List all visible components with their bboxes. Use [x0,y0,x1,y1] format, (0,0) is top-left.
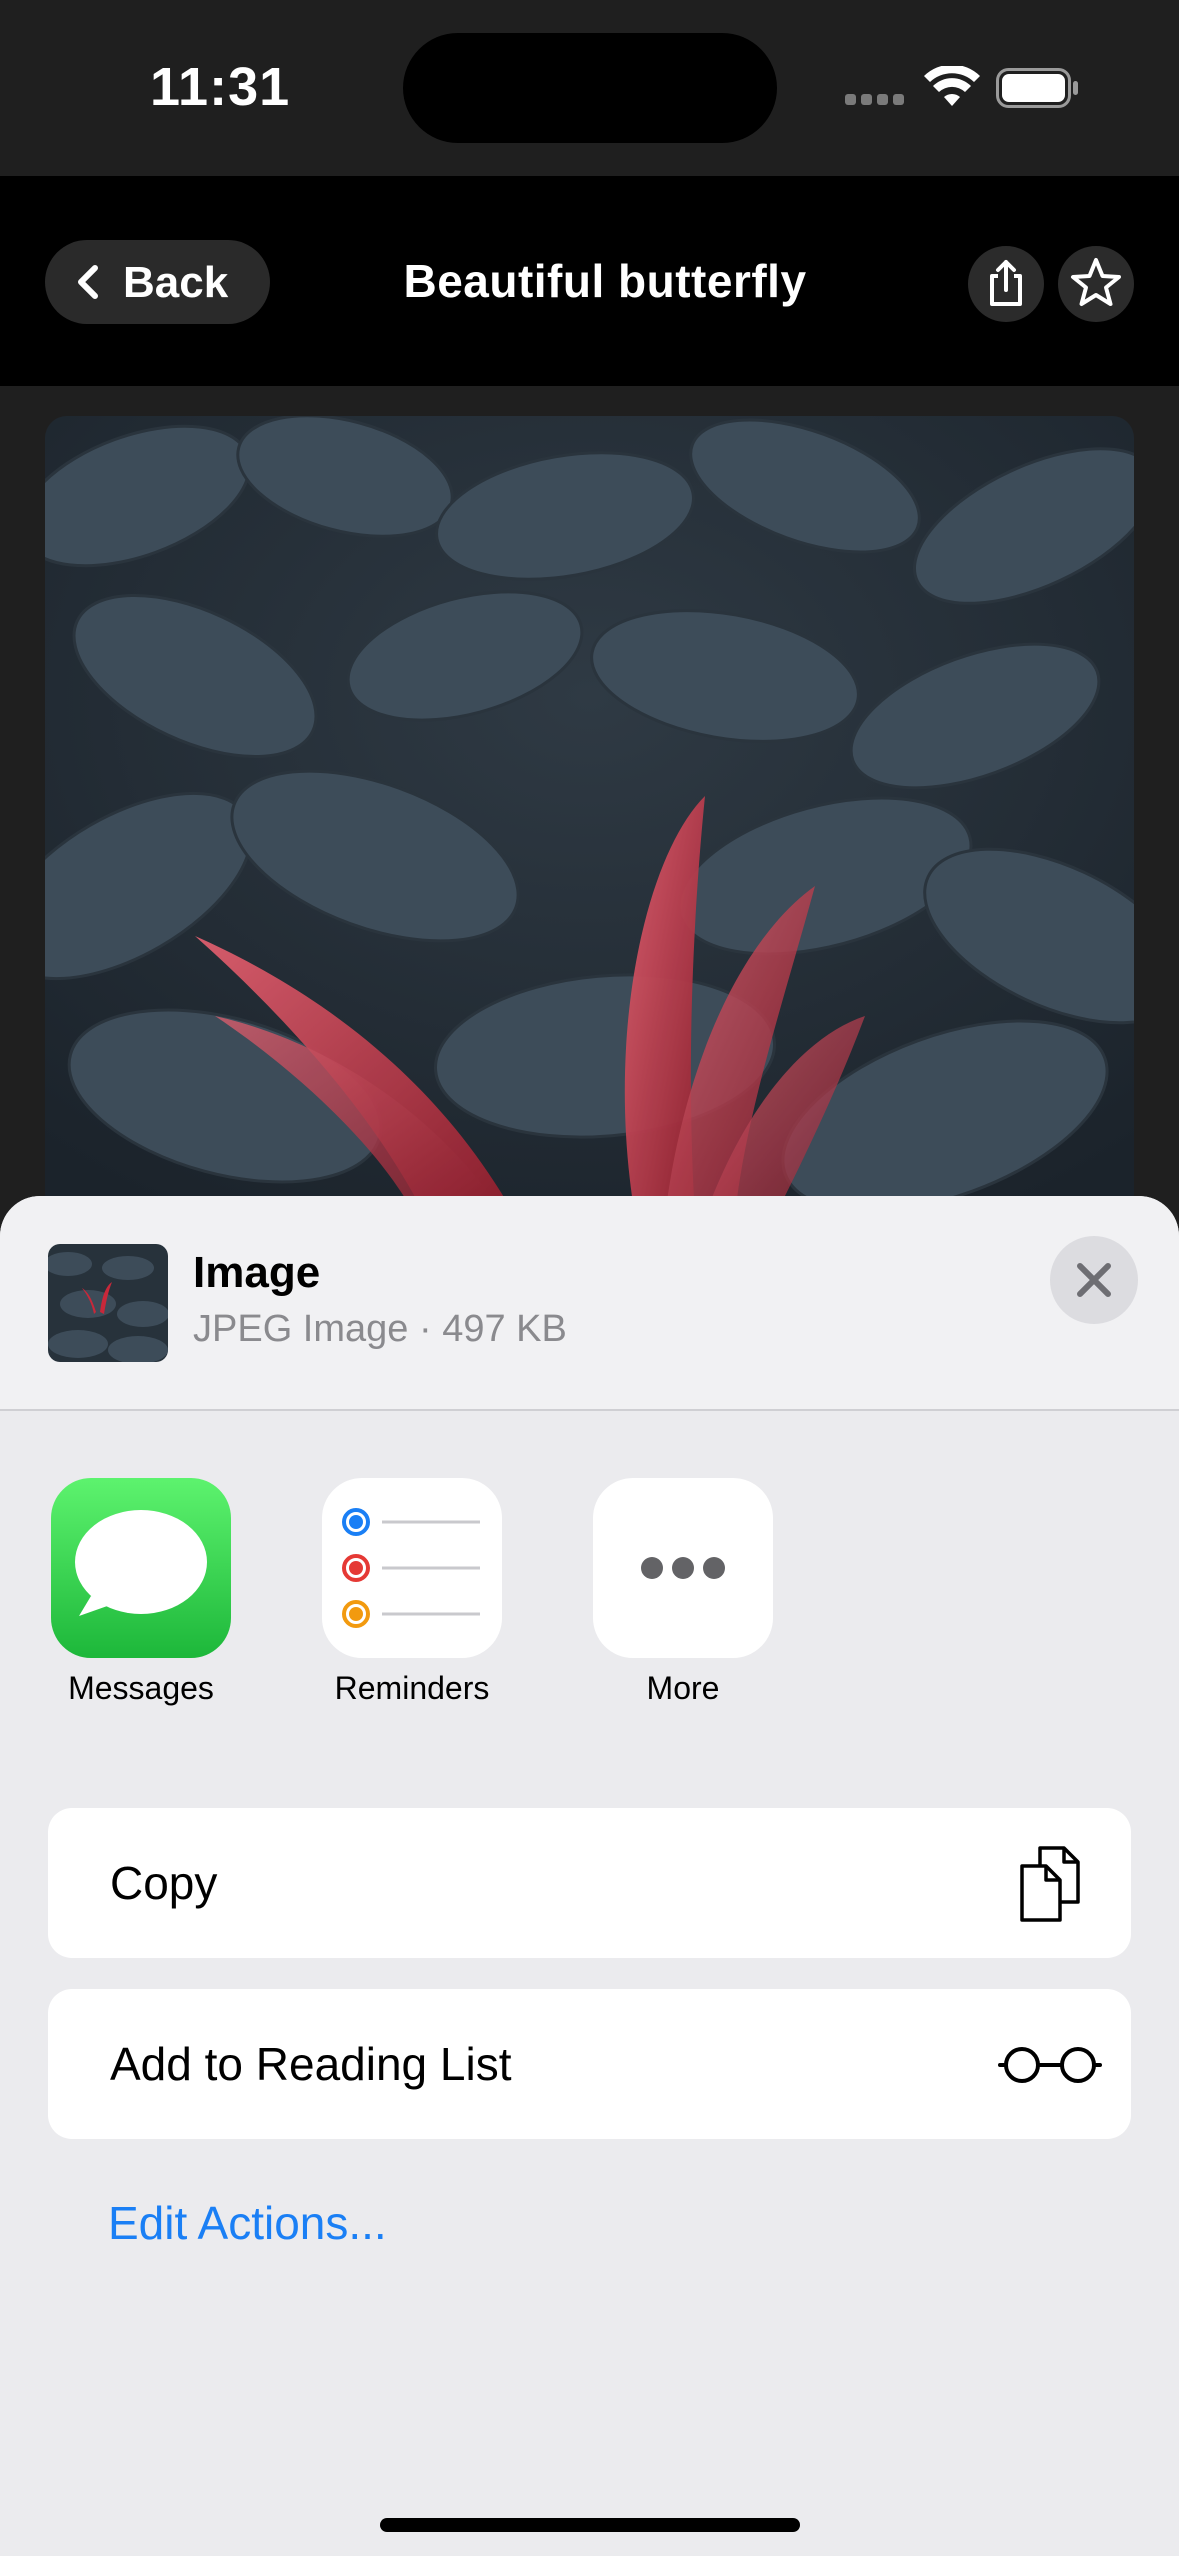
more-icon [593,1478,773,1658]
action-label: Add to Reading List [110,2038,512,2090]
favorite-button[interactable] [1058,246,1134,322]
cellular-signal-icon [845,94,905,108]
close-button[interactable] [1050,1236,1138,1324]
status-bar: 11:31 [0,0,1179,176]
share-app-row: Messages Reminders More [0,1478,1179,1738]
reading-list-icon [998,2047,1102,2083]
back-label: Back [123,258,229,307]
app-messages[interactable]: Messages [33,1478,233,1738]
butterfly-photo [45,416,1134,1216]
edit-actions-link[interactable]: Edit Actions... [108,2196,387,2250]
navigation-bar: Back Beautiful butterfly [0,176,1179,386]
home-indicator [380,2518,800,2532]
back-button[interactable]: Back [45,240,270,324]
app-label: More [646,1670,720,1706]
share-sheet-screen: 11:31 Back Beautiful butterfly Image JPE… [0,0,1179,2556]
star-icon [1071,258,1121,306]
close-icon [1077,1263,1111,1297]
reminders-icon [322,1478,502,1658]
app-more[interactable]: More [575,1478,775,1738]
wifi-icon [924,66,980,106]
share-button[interactable] [968,246,1044,322]
battery-icon [996,68,1078,108]
copy-icon [1020,1846,1080,1922]
action-label: Copy [110,1857,218,1909]
photo-area [0,386,1179,1216]
share-sheet: Image JPEG Image · 497 KB Messages Remin… [0,1196,1179,2556]
app-label: Messages [68,1670,214,1706]
page-title: Beautiful butterfly [403,255,807,307]
add-to-reading-list-action[interactable]: Add to Reading List [48,1989,1131,2139]
app-label: Reminders [334,1670,490,1706]
messages-icon [51,1478,231,1658]
file-info: JPEG Image · 497 KB [193,1308,567,1350]
dynamic-island [403,33,777,143]
file-thumbnail [48,1244,168,1362]
share-icon [990,260,1022,306]
share-sheet-header: Image JPEG Image · 497 KB [0,1196,1179,1411]
app-reminders[interactable]: Reminders [304,1478,504,1738]
file-name: Image [193,1248,321,1297]
chevron-left-icon [78,265,98,299]
status-time: 11:31 [150,57,291,117]
copy-action[interactable]: Copy [48,1808,1131,1958]
